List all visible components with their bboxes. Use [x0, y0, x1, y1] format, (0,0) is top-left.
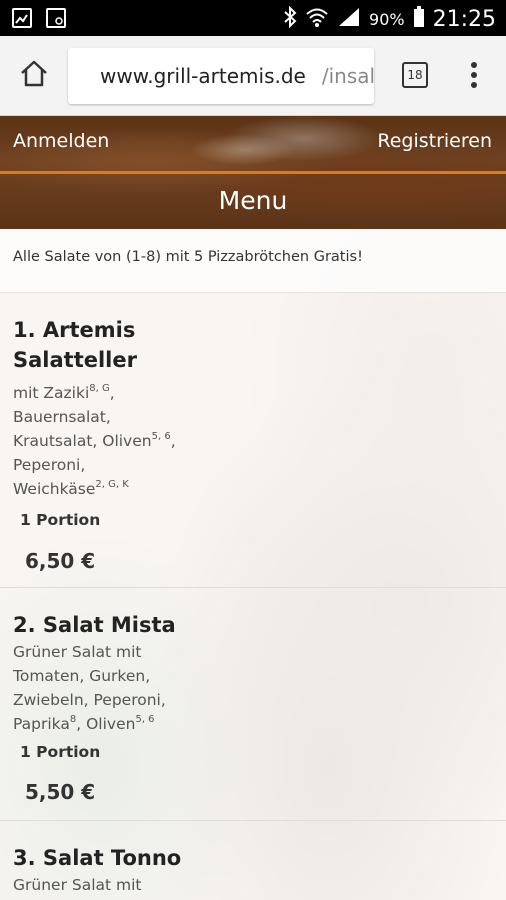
site-header: Anmelden Registrieren Menu	[0, 116, 506, 229]
browser-toolbar: www.grill-artemis.de/insalat 18	[0, 36, 506, 116]
page-title: Menu	[218, 186, 288, 215]
menu-item[interactable]: 2. Salat Mista Grüner Salat mit Tomaten,…	[0, 588, 506, 821]
item-portion: 1 Portion	[20, 743, 101, 761]
menu-item[interactable]: 3. Salat Tonno Grüner Salat mit	[0, 821, 506, 900]
item-description: Grüner Salat mit Tomaten, Gurken, Zwiebe…	[13, 643, 166, 733]
screen-icon	[46, 8, 66, 28]
battery-icon	[413, 6, 425, 33]
item-description: mit Zaziki8, G, Bauernsalat, Krautsalat,…	[13, 383, 176, 499]
item-price: 6,50 €	[25, 549, 96, 573]
clock: 21:25	[432, 7, 496, 32]
wifi-icon	[305, 6, 329, 33]
home-icon[interactable]	[18, 58, 50, 90]
item-title: 1. Artemis Salatteller	[13, 318, 137, 372]
header-divider	[0, 171, 506, 174]
image-icon	[12, 8, 32, 28]
item-portion: 1 Portion	[20, 511, 101, 529]
menu-item[interactable]: 1. Artemis Salatteller mit Zaziki8, G, Ba…	[0, 293, 506, 588]
item-title: 2. Salat Mista	[13, 613, 176, 637]
more-options-icon[interactable]	[464, 60, 484, 90]
item-title: 3. Salat Tonno	[13, 846, 182, 870]
promo-notice: Alle Salate von (1-8) mit 5 Pizzabrötche…	[0, 229, 506, 293]
promo-text: Alle Salate von (1-8) mit 5 Pizzabrötche…	[13, 249, 363, 265]
url-path: /insalat	[321, 64, 374, 88]
url-host: www.grill-artemis.de	[100, 64, 306, 88]
url-bar[interactable]: www.grill-artemis.de/insalat	[68, 48, 374, 104]
item-price: 5,50 €	[25, 780, 96, 804]
tab-switcher-button[interactable]: 18	[402, 62, 428, 88]
status-bar: 90% 21:25	[0, 0, 506, 36]
register-link[interactable]: Registrieren	[377, 130, 492, 152]
login-link[interactable]: Anmelden	[13, 130, 109, 152]
bluetooth-icon	[283, 5, 297, 33]
signal-icon	[337, 6, 361, 33]
menu-content: Alle Salate von (1-8) mit 5 Pizzabrötche…	[0, 229, 506, 900]
battery-percent: 90%	[369, 10, 405, 29]
item-description: Grüner Salat mit	[13, 876, 142, 894]
